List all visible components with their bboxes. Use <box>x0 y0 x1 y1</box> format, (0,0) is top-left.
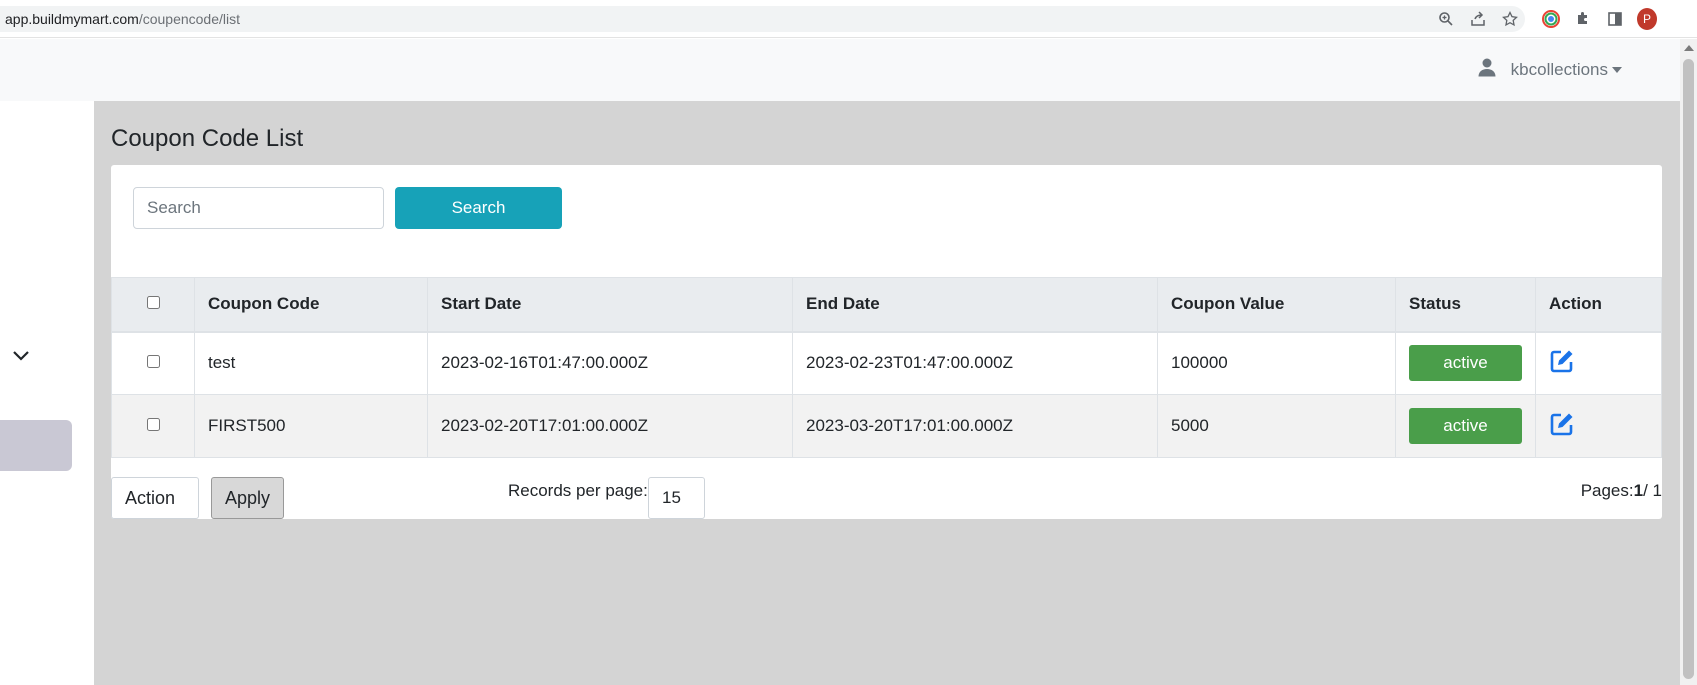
records-per-page-input[interactable] <box>648 477 705 519</box>
search-input[interactable] <box>133 187 384 229</box>
current-page: 1 <box>1633 481 1644 500</box>
extensions-puzzle-icon[interactable] <box>1573 9 1593 29</box>
url-domain: app.buildmymart.com <box>5 11 139 27</box>
records-per-page-label: Records per page: <box>508 481 648 500</box>
table-footer: Action Apply Records per page: Pages:1/ … <box>111 477 1662 519</box>
col-coupon-code[interactable]: Coupon Code <box>194 277 428 333</box>
coupon-code: test <box>194 331 428 395</box>
end-date: 2023-03-20T17:01:00.000Z <box>792 394 1158 458</box>
col-coupon-value[interactable]: Coupon Value <box>1157 277 1396 333</box>
coupon-value: 100000 <box>1157 331 1396 395</box>
address-bar-actions <box>1430 6 1526 32</box>
end-date: 2023-02-23T01:47:00.000Z <box>792 331 1158 395</box>
status-badge[interactable]: active <box>1409 408 1522 444</box>
edit-icon[interactable] <box>1549 411 1575 437</box>
total-pages: / 1 <box>1643 481 1662 500</box>
color-extension-icon[interactable] <box>1541 9 1561 29</box>
zoom-icon[interactable] <box>1436 9 1456 29</box>
search-button[interactable]: Search <box>395 187 562 229</box>
pagination-info: Pages:1/ 1 <box>1581 481 1662 501</box>
table-row: test 2023-02-16T01:47:00.000Z 2023-02-23… <box>111 331 1662 395</box>
profile-initial: P <box>1637 8 1657 30</box>
action-cell <box>1535 394 1662 458</box>
coupon-list-card: Search Coupon Code Start Date End Date C… <box>111 165 1662 519</box>
coupon-code: FIRST500 <box>194 394 428 458</box>
select-all-cell <box>111 277 195 333</box>
sidebar-active-item[interactable] <box>0 420 72 471</box>
sidebar <box>0 101 94 685</box>
extension-area: P <box>1535 6 1663 32</box>
coupon-table: Coupon Code Start Date End Date Coupon V… <box>111 277 1662 458</box>
apply-button[interactable]: Apply <box>211 477 284 519</box>
chevron-down-icon[interactable] <box>12 349 30 367</box>
page-scrollbar[interactable] <box>1680 39 1697 685</box>
pages-label: Pages: <box>1580 481 1634 500</box>
table-row: FIRST500 2023-02-20T17:01:00.000Z 2023-0… <box>111 394 1662 458</box>
coupon-value: 5000 <box>1157 394 1396 458</box>
scroll-thumb[interactable] <box>1683 59 1694 679</box>
row-select-cell <box>111 394 195 458</box>
caret-down-icon <box>1612 67 1622 74</box>
user-menu[interactable]: kbcollections <box>1477 57 1622 82</box>
select-all-checkbox[interactable] <box>146 296 160 310</box>
status-cell: active <box>1395 394 1536 458</box>
top-header: kbcollections <box>0 39 1680 101</box>
col-status[interactable]: Status <box>1395 277 1536 333</box>
row-select-cell <box>111 331 195 395</box>
username: kbcollections <box>1510 59 1608 79</box>
row-checkbox[interactable] <box>146 418 160 431</box>
table-header-row: Coupon Code Start Date End Date Coupon V… <box>111 277 1662 333</box>
browser-bar: app.buildmymart.com/coupencode/list P <box>0 0 1697 38</box>
status-cell: active <box>1395 331 1536 395</box>
edit-icon[interactable] <box>1549 348 1575 374</box>
user-icon <box>1477 57 1497 82</box>
col-action: Action <box>1535 277 1662 333</box>
action-cell <box>1535 331 1662 395</box>
address-bar[interactable]: app.buildmymart.com/coupencode/list <box>0 6 1525 32</box>
main-content: Coupon Code List Search Coupon Code Star… <box>94 101 1680 685</box>
start-date: 2023-02-20T17:01:00.000Z <box>427 394 793 458</box>
bulk-action-select[interactable]: Action <box>111 477 199 519</box>
share-icon[interactable] <box>1468 9 1488 29</box>
start-date: 2023-02-16T01:47:00.000Z <box>427 331 793 395</box>
profile-avatar[interactable]: P <box>1637 8 1657 30</box>
page-title: Coupon Code List <box>111 125 304 152</box>
star-icon[interactable] <box>1500 9 1520 29</box>
url-path: /coupencode/list <box>138 11 241 27</box>
col-start-date[interactable]: Start Date <box>427 277 793 333</box>
row-checkbox[interactable] <box>146 355 160 369</box>
url-text[interactable]: app.buildmymart.com/coupencode/list <box>5 6 240 32</box>
status-badge[interactable]: active <box>1409 345 1522 382</box>
side-panel-icon[interactable] <box>1605 9 1625 29</box>
scroll-up-arrow-icon[interactable] <box>1684 45 1694 51</box>
col-end-date[interactable]: End Date <box>792 277 1158 333</box>
